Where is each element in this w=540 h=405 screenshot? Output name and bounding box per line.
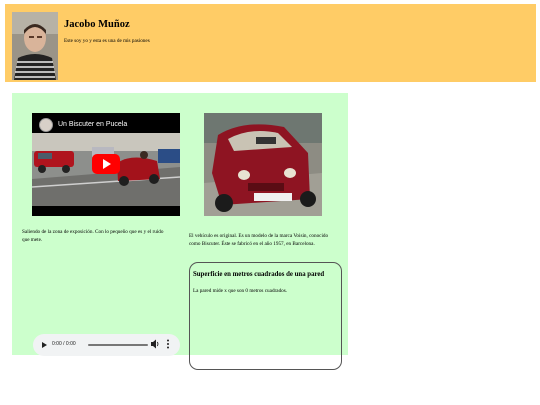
wall-area-title: Superficie en metros cuadrados de una pa… [193,271,325,278]
play-icon[interactable] [42,342,47,348]
audio-player[interactable]: 0:00 / 0:00 [33,334,180,356]
wall-area-box: Superficie en metros cuadrados de una pa… [189,262,342,370]
profile-header: Jacobo Muñoz Este soy yo y esta es una d… [5,4,536,82]
page-title: Jacobo Muñoz [64,19,130,30]
volume-icon[interactable] [151,339,160,349]
video-caption: Saliendo de la zona de exposición. Con l… [22,229,164,243]
person-photo-icon [12,12,58,80]
youtube-play-icon[interactable] [92,154,120,174]
channel-avatar[interactable] [39,118,53,132]
wall-area-result: La pared mide x que son 0 metros cuadrad… [193,288,288,294]
page-subtitle: Este soy yo y esta es una de mis pasione… [64,38,150,44]
video-title[interactable]: Un Biscuter en Pucela [58,121,127,128]
audio-progress-slider[interactable] [88,344,148,346]
audio-time: 0:00 / 0:00 [52,341,76,347]
more-vert-icon[interactable] [166,339,170,349]
photo-caption: El vehículo es original. Es un modelo de… [189,233,329,247]
red-car-photo-icon [204,113,322,216]
youtube-video-embed[interactable]: Un Biscuter en Pucela [32,113,180,216]
